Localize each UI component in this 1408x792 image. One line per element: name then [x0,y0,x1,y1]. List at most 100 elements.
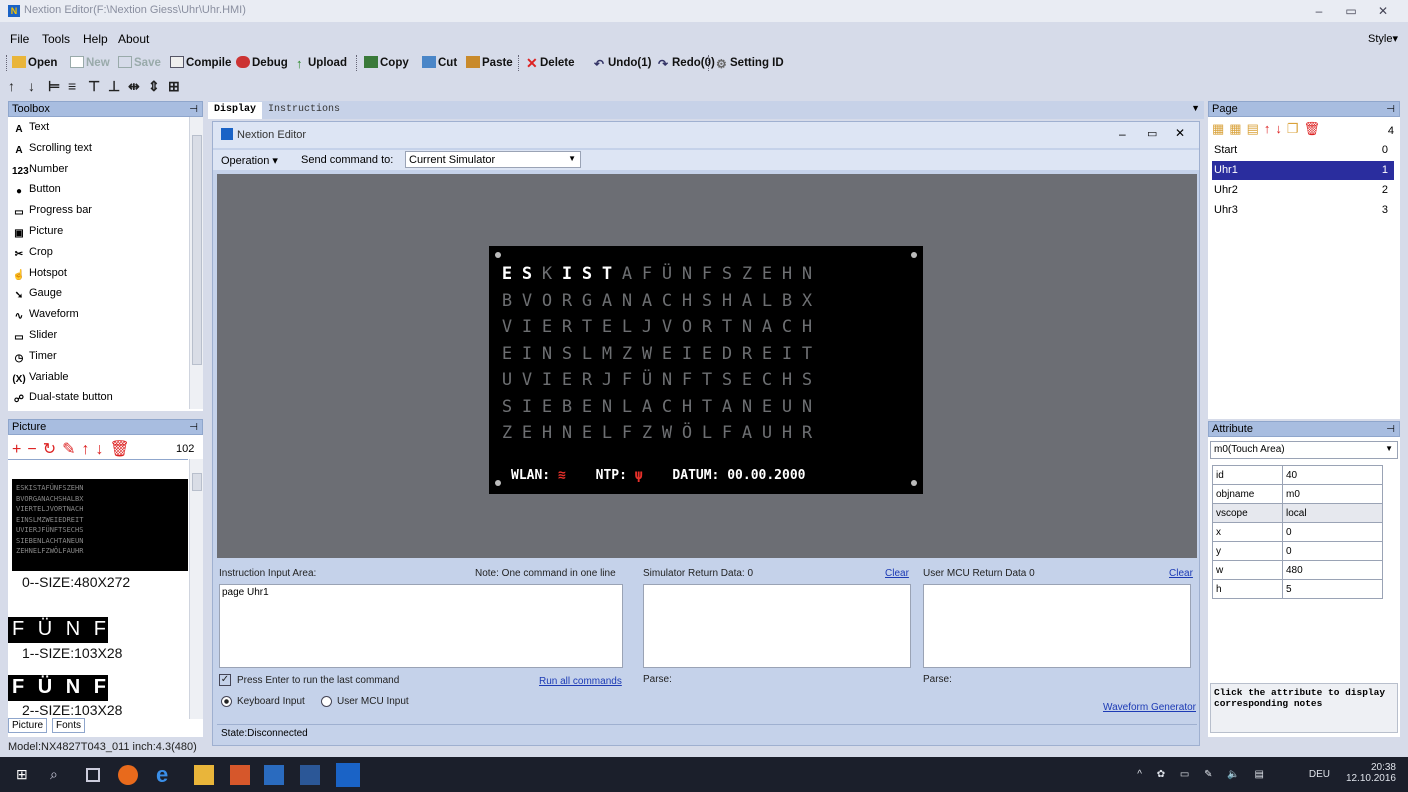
tool-item[interactable]: ✂ Crop [12,246,53,261]
align-left-icon[interactable]: ⊨ [48,78,60,95]
compile-button[interactable]: Compile [170,54,231,72]
picture-preview-2[interactable]: F Ü N F [8,675,108,701]
pin-icon[interactable]: ⊣ [1386,423,1395,437]
tool-item[interactable]: ▭ Progress bar [12,204,92,219]
attribute-value[interactable]: 5 [1282,579,1383,599]
delete-button[interactable]: ✕ Delete [526,54,575,72]
attribute-value[interactable]: 40 [1282,465,1383,485]
maximize-button[interactable]: ▭ [1147,127,1157,140]
delete-all-icon[interactable]: 🗑 [1304,121,1326,136]
add-picture-icon[interactable]: + [12,441,27,458]
page-item[interactable]: Uhr1 1 [1212,161,1394,180]
move-up-icon[interactable]: ↑ [82,441,96,458]
explorer-icon[interactable] [194,765,214,785]
attribute-row[interactable]: vscope local [1212,503,1383,523]
align-right-icon[interactable]: ≡ [68,78,76,94]
undo-button[interactable]: ↶ Undo(1) [594,54,651,72]
tool-item[interactable]: 123Number [12,163,68,178]
lcd-screen[interactable]: ESKISTAFÜNFSZEHNBVORGANACHSHALBXVIERTELJ… [489,246,923,494]
tool-item[interactable]: ● Button [12,183,61,198]
tab-instructions[interactable]: Instructions [262,102,346,119]
tool-item[interactable]: ∿ Waveform [12,308,79,323]
add-page-icon[interactable]: ▦ [1212,121,1229,136]
align-bottom-icon[interactable]: ⊥ [108,78,120,95]
pin-icon[interactable]: ⊣ [1386,103,1395,117]
edit-picture-icon[interactable]: ✎ [62,441,81,458]
send-target-select[interactable]: Current Simulator ▼ [405,151,581,168]
page-item[interactable]: Start 0 [1212,141,1394,160]
run-all-commands-link[interactable]: Run all commands [539,676,622,687]
pin-icon[interactable]: ⊣ [189,103,198,117]
same-height-icon[interactable]: ⇕ [148,78,160,95]
grid-icon[interactable]: ⊞ [168,78,180,95]
operation-menu[interactable]: Operation ▾ [221,154,278,167]
edge-icon[interactable]: e [156,762,176,787]
scroll-thumb[interactable] [192,135,202,365]
component-select[interactable]: m0(Touch Area) ▼ [1210,441,1398,459]
move-down-icon[interactable]: ↓ [96,441,110,458]
style-menu[interactable]: Style▾ [1368,32,1398,45]
remove-picture-icon[interactable]: − [27,441,42,458]
maximize-button[interactable]: ▭ [1338,3,1364,19]
firefox-icon[interactable] [118,765,138,785]
move-down-icon[interactable]: ↓ [28,78,35,94]
copy-page-icon[interactable]: ❐ [1287,121,1304,136]
delete-all-icon[interactable]: 🗑 [110,441,136,458]
word-icon[interactable] [300,765,320,785]
close-button[interactable]: ✕ [1370,3,1396,19]
clear-mcu-link[interactable]: Clear [1169,568,1193,579]
clear-simulator-link[interactable]: Clear [885,568,909,579]
attribute-value[interactable]: local [1282,503,1383,523]
tool-item[interactable]: ☍ Dual-state button [12,391,113,406]
attribute-row[interactable]: objname m0 [1212,484,1383,504]
tray-icons[interactable]: ^ ✿ ▭ ✎ 🔈 ▤ [1137,769,1270,780]
copy-button[interactable]: Copy [364,54,409,72]
tool-item[interactable]: ☝ Hotspot [12,267,67,282]
page-item[interactable]: Uhr2 2 [1212,181,1394,200]
tool-item[interactable]: ▣ Picture [12,225,63,240]
windows-start-icon[interactable]: ⊞ [16,766,36,786]
tool-item[interactable]: A Text [12,121,49,136]
minimize-button[interactable]: – [1119,127,1126,141]
instruction-input[interactable]: page Uhr1 [219,584,623,668]
setting-id-button[interactable]: ⚙ Setting ID [716,54,784,72]
search-icon[interactable]: ⌕ [50,766,70,786]
replace-picture-icon[interactable]: ↻ [43,441,62,458]
attribute-value[interactable]: 0 [1282,522,1383,542]
align-top-icon[interactable]: ⊤ [88,78,100,95]
tab-picture[interactable]: Picture [8,718,48,733]
upload-button[interactable]: ↑ Upload [296,54,347,72]
media-icon[interactable] [230,765,250,785]
user-mcu-input-radio[interactable] [321,696,332,707]
tool-item[interactable]: ◷ Timer [12,350,57,365]
save-button[interactable]: Save [118,54,161,72]
same-width-icon[interactable]: ⇹ [128,78,140,95]
tool-item[interactable]: (X) Variable [12,371,68,386]
attribute-row[interactable]: x0 [1212,522,1383,542]
pin-icon[interactable]: ⊣ [189,421,198,435]
attribute-row[interactable]: id 40 [1212,465,1383,485]
tab-display[interactable]: Display [208,102,263,119]
cut-button[interactable]: Cut [422,54,457,72]
tool-item[interactable]: ➘ Gauge [12,287,62,302]
waveform-generator-link[interactable]: Waveform Generator [1103,702,1196,713]
delete-page-icon[interactable]: ▦ [1229,121,1246,136]
clock[interactable]: 20:38 12.10.2016 [1346,762,1396,784]
toolbox-scrollbar[interactable] [189,117,203,409]
tool-item[interactable]: A Scrolling text [12,142,92,157]
picture-scrollbar[interactable] [189,459,203,719]
insert-page-icon[interactable]: ▤ [1247,121,1264,136]
close-button[interactable]: ✕ [1175,126,1185,140]
page-item[interactable]: Uhr3 3 [1212,201,1394,220]
attribute-row[interactable]: w 480 [1212,560,1383,580]
press-enter-checkbox[interactable]: ✓ [219,674,231,686]
picture-preview-0[interactable]: ESKISTAFÜNFSZEHN BVORGANACHSHALBX VIERTELJ… [12,479,188,571]
outlook-icon[interactable] [264,765,284,785]
attribute-row[interactable]: y0 [1212,541,1383,561]
scroll-thumb[interactable] [192,473,202,491]
nextion-taskbar-icon[interactable] [336,763,360,787]
tool-item[interactable]: ▭ Slider [12,329,57,344]
move-up-icon[interactable]: ↑ [8,78,15,94]
debug-button[interactable]: Debug [236,54,288,72]
paste-button[interactable]: Paste [466,54,513,72]
